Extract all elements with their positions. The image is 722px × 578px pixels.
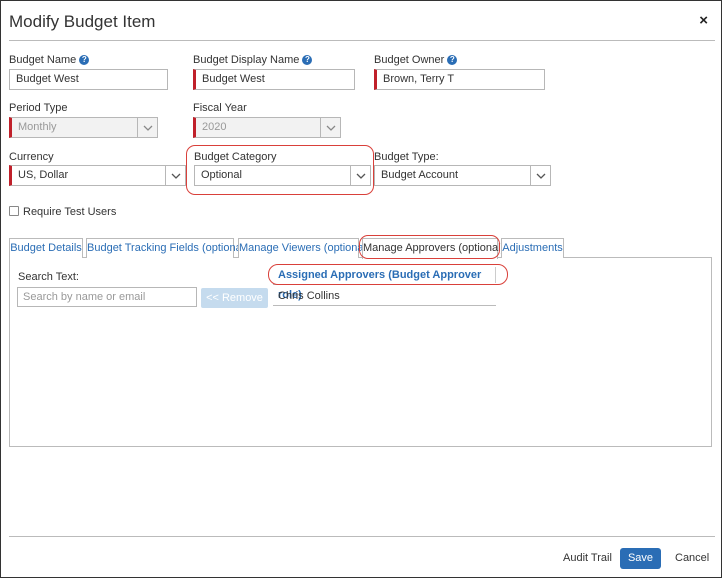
currency-select[interactable]: US, Dollar	[9, 165, 186, 186]
chevron-down-icon[interactable]	[530, 166, 550, 185]
chevron-down-icon[interactable]	[165, 166, 185, 185]
budget-display-name-label: Budget Display Name?	[193, 54, 313, 66]
budget-display-name-label-text: Budget Display Name	[193, 54, 300, 66]
table-row[interactable]: Chris Collins	[273, 286, 496, 306]
budget-name-input[interactable]: Budget West	[9, 69, 168, 90]
budget-type-value: Budget Account	[381, 169, 459, 181]
budget-category-select[interactable]: Optional	[194, 165, 371, 186]
period-type-label: Period Type	[9, 102, 68, 114]
help-icon[interactable]: ?	[302, 55, 313, 65]
currency-value: US, Dollar	[18, 169, 69, 181]
chevron-down-icon	[320, 118, 340, 137]
budget-owner-label: Budget Owner?	[374, 54, 458, 66]
budget-category-value: Optional	[201, 169, 242, 181]
chevron-down-icon	[137, 118, 157, 137]
help-icon[interactable]: ?	[79, 55, 90, 65]
require-test-users-checkbox[interactable]	[9, 206, 19, 216]
column-divider	[495, 267, 496, 283]
footer-divider	[9, 536, 715, 537]
period-type-value: Monthly	[18, 121, 57, 133]
cancel-button[interactable]: Cancel	[675, 552, 709, 564]
budget-owner-label-text: Budget Owner	[374, 54, 445, 66]
budget-category-label: Budget Category	[194, 151, 277, 163]
search-input[interactable]: Search by name or email	[17, 287, 197, 307]
tab-manage-viewers[interactable]: Manage Viewers (optional)	[238, 238, 370, 258]
close-icon[interactable]: ×	[699, 12, 708, 29]
fiscal-year-value: 2020	[202, 121, 227, 133]
search-text-label: Search Text:	[18, 271, 79, 283]
currency-label: Currency	[9, 151, 54, 163]
budget-display-name-input[interactable]: Budget West	[193, 69, 355, 90]
assigned-approvers-column-header[interactable]: Assigned Approvers (Budget Approver role…	[273, 265, 495, 301]
budget-name-label: Budget Name?	[9, 54, 90, 66]
help-icon[interactable]: ?	[447, 55, 458, 65]
tab-manage-approvers[interactable]: Manage Approvers (optional)	[362, 238, 504, 259]
budget-name-label-text: Budget Name	[9, 54, 77, 66]
audit-trail-button[interactable]: Audit Trail	[563, 552, 612, 564]
tab-budget-details[interactable]: Budget Details	[9, 238, 83, 258]
budget-owner-input[interactable]: Brown, Terry T	[374, 69, 545, 90]
budget-type-select[interactable]: Budget Account	[374, 165, 551, 186]
budget-type-label: Budget Type:	[374, 151, 439, 163]
tab-budget-tracking-fields[interactable]: Budget Tracking Fields (optional)	[86, 238, 248, 258]
dialog-title: Modify Budget Item	[9, 12, 156, 31]
require-test-users-label: Require Test Users	[23, 206, 117, 218]
remove-button[interactable]: << Remove	[201, 288, 268, 308]
tab-adjustments[interactable]: Adjustments	[501, 238, 564, 258]
chevron-down-icon[interactable]	[350, 166, 370, 185]
fiscal-year-label: Fiscal Year	[193, 102, 247, 114]
fiscal-year-select: 2020	[193, 117, 341, 138]
period-type-select: Monthly	[9, 117, 158, 138]
save-button[interactable]: Save	[620, 548, 661, 569]
header-divider	[9, 40, 715, 41]
modify-budget-item-dialog: Modify Budget Item × Budget Name? Budget…	[0, 0, 722, 578]
